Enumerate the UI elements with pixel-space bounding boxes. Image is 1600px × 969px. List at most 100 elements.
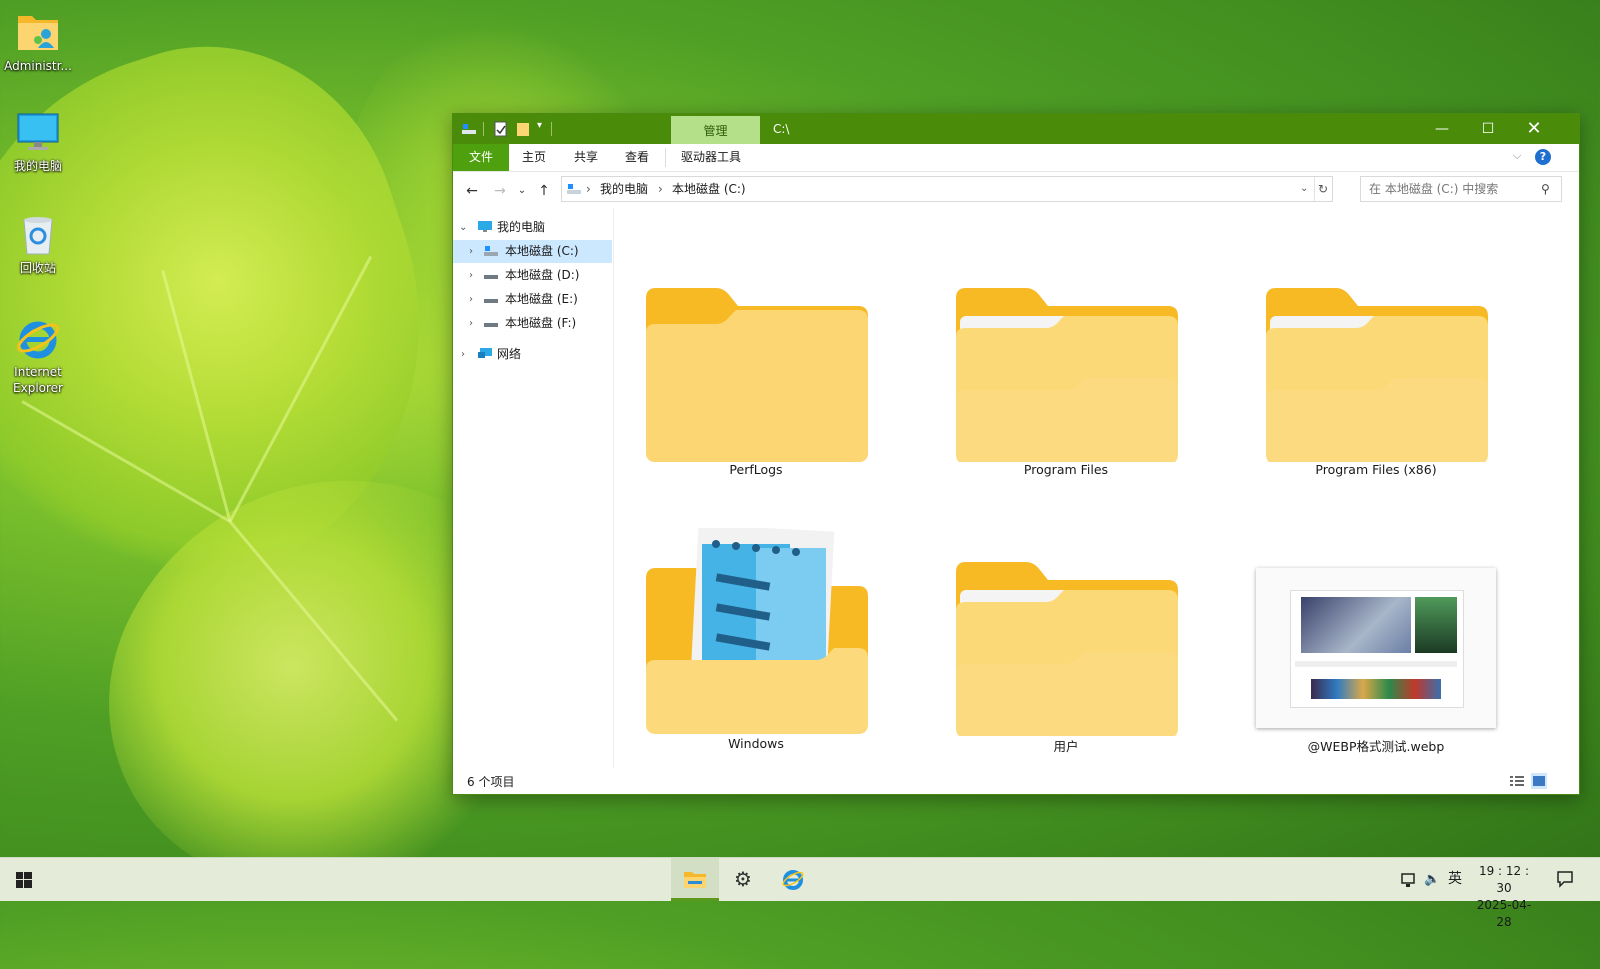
- breadcrumb-separator: ›: [658, 182, 663, 196]
- folder-full-icon: [1266, 288, 1488, 462]
- new-folder-icon[interactable]: [515, 121, 531, 137]
- maximize-button[interactable]: ☐: [1465, 114, 1511, 144]
- folder-item-program-files-x86[interactable]: Program Files (x86): [1256, 288, 1496, 488]
- tab-file[interactable]: 文件: [453, 144, 509, 171]
- ime-indicator[interactable]: 英: [1448, 858, 1462, 901]
- folder-item-windows[interactable]: Windows: [636, 528, 876, 762]
- item-name: PerfLogs: [729, 462, 783, 477]
- monitor-icon: [478, 221, 492, 232]
- folder-item-program-files[interactable]: Program Files: [946, 288, 1186, 488]
- internet-explorer-icon: [17, 321, 59, 359]
- address-dropdown-icon[interactable]: ⌄: [1300, 177, 1308, 201]
- item-count: 6 个项目: [467, 775, 515, 789]
- tree-item-label: 网络: [497, 347, 522, 361]
- drive-icon: [484, 323, 498, 327]
- tree-item-drive-d[interactable]: › 本地磁盘 (D:): [453, 264, 612, 287]
- tree-item-label: 本地磁盘 (E:): [505, 292, 578, 306]
- forward-button[interactable]: →: [491, 182, 509, 200]
- action-center-icon[interactable]: [1556, 870, 1574, 888]
- divider: [665, 148, 666, 167]
- tab-view[interactable]: 查看: [616, 144, 658, 171]
- collapsed-chevron-icon[interactable]: ›: [469, 288, 473, 311]
- taskbar-file-explorer[interactable]: [671, 858, 719, 901]
- tree-item-label: 本地磁盘 (C:): [505, 244, 579, 258]
- thumbnail-side-image: [1415, 597, 1457, 653]
- folder-item-users[interactable]: 用户: [946, 562, 1186, 762]
- back-button[interactable]: ←: [463, 182, 481, 200]
- file-list: PerfLogs Program Files Program Files (x8…: [614, 208, 1578, 768]
- desktop-icon-internet-explorer[interactable]: Internet Explorer: [0, 316, 76, 396]
- breadcrumb-my-computer[interactable]: 我的电脑: [600, 177, 648, 201]
- collapsed-chevron-icon[interactable]: ›: [469, 312, 473, 335]
- folder-item-perflogs[interactable]: PerfLogs: [636, 288, 876, 488]
- divider: [1314, 177, 1315, 201]
- expanded-chevron-icon[interactable]: ⌄: [459, 216, 467, 239]
- file-item-webp[interactable]: @WEBP格式测试.webp: [1256, 568, 1496, 762]
- file-explorer-icon: [684, 872, 706, 888]
- item-name: Program Files (x86): [1315, 462, 1437, 477]
- breadcrumb-local-disk-c[interactable]: 本地磁盘 (C:): [672, 177, 746, 201]
- volume-icon[interactable]: 🔈: [1424, 858, 1440, 901]
- taskbar-settings[interactable]: ⚙: [720, 858, 768, 901]
- drive-icon: [567, 184, 581, 194]
- collapse-ribbon-icon[interactable]: ⌵: [1513, 149, 1521, 163]
- windows-folder-icon: [646, 528, 868, 734]
- collapsed-chevron-icon[interactable]: ›: [461, 343, 465, 366]
- drive-icon: [484, 275, 498, 279]
- taskbar: ⚙ 🔈 英 19 : 12 : 30 2025-04-28: [0, 857, 1600, 929]
- large-icons-view-icon[interactable]: [1531, 773, 1547, 789]
- start-windows-icon[interactable]: [16, 872, 32, 888]
- desktop-icon-label: Internet: [14, 365, 62, 379]
- tab-home[interactable]: 主页: [513, 144, 555, 171]
- item-name: Windows: [728, 736, 784, 751]
- details-view-icon[interactable]: [1509, 774, 1525, 788]
- user-folder-icon: [18, 16, 58, 50]
- help-icon[interactable]: ?: [1535, 149, 1551, 165]
- tree-item-my-computer[interactable]: ⌄ 我的电脑: [453, 216, 612, 239]
- tree-item-drive-f[interactable]: › 本地磁盘 (F:): [453, 312, 612, 335]
- tree-item-drive-e[interactable]: › 本地磁盘 (E:): [453, 288, 612, 311]
- up-button[interactable]: ↑: [535, 182, 553, 200]
- internet-explorer-icon: [782, 870, 804, 890]
- desktop-icon-administrator[interactable]: Administr...: [0, 10, 76, 74]
- address-bar[interactable]: › 我的电脑 › 本地磁盘 (C:) ⌄ ↻: [561, 176, 1333, 202]
- item-name: @WEBP格式测试.webp: [1307, 739, 1445, 754]
- tab-drive-tools[interactable]: 驱动器工具: [671, 144, 751, 171]
- clock[interactable]: 19 : 12 : 30 2025-04-28: [1472, 863, 1536, 931]
- properties-icon[interactable]: [493, 121, 509, 137]
- folder-full-icon: [956, 288, 1178, 462]
- search-placeholder: 在 本地磁盘 (C:) 中搜索: [1369, 182, 1499, 196]
- tree-item-network[interactable]: › 网络: [453, 343, 612, 366]
- search-icon: ⚲: [1541, 182, 1550, 196]
- recent-locations-icon[interactable]: ⌄: [513, 182, 531, 200]
- quick-access-dropdown-icon[interactable]: ▾: [537, 120, 542, 131]
- desktop-icon-label: 我的电脑: [13, 159, 62, 173]
- ribbon-tabs: 文件 主页 共享 查看 驱动器工具 ⌵ ?: [453, 144, 1579, 172]
- title-bar: ▾ 管理 C:\ — ☐ ✕: [453, 114, 1579, 144]
- desktop-icon-label: Administr...: [4, 59, 72, 73]
- thumbnail-game-tiles: [1311, 679, 1441, 699]
- collapsed-chevron-icon[interactable]: ›: [469, 240, 473, 263]
- divider: [551, 122, 552, 136]
- network-status-icon[interactable]: [1400, 872, 1418, 888]
- desktop-icon-label: 回收站: [19, 261, 56, 275]
- recycle-bin-icon: [23, 217, 53, 255]
- folder-full-icon: [956, 562, 1178, 736]
- tree-item-drive-c[interactable]: › 本地磁盘 (C:): [453, 240, 612, 263]
- close-button[interactable]: ✕: [1511, 114, 1557, 144]
- taskbar-internet-explorer[interactable]: [769, 858, 817, 901]
- minimize-button[interactable]: —: [1419, 114, 1465, 144]
- thumbnail-hero-image: [1301, 597, 1411, 653]
- file-explorer-window: ▾ 管理 C:\ — ☐ ✕ 文件 主页 共享 查看 驱动器工具 ⌵ ? ← →…: [452, 113, 1580, 795]
- drive-icon[interactable]: [461, 121, 477, 137]
- refresh-icon[interactable]: ↻: [1318, 177, 1328, 201]
- desktop-icon-my-computer[interactable]: 我的电脑: [0, 112, 76, 174]
- network-icon: [478, 348, 492, 358]
- search-input[interactable]: 在 本地磁盘 (C:) 中搜索 ⚲: [1360, 176, 1562, 202]
- status-bar: 6 个项目: [453, 770, 1579, 794]
- tab-manage[interactable]: 管理: [671, 116, 760, 144]
- monitor-icon: [17, 113, 59, 150]
- tab-share[interactable]: 共享: [565, 144, 607, 171]
- collapsed-chevron-icon[interactable]: ›: [469, 264, 473, 287]
- desktop-icon-recycle-bin[interactable]: 回收站: [0, 214, 76, 276]
